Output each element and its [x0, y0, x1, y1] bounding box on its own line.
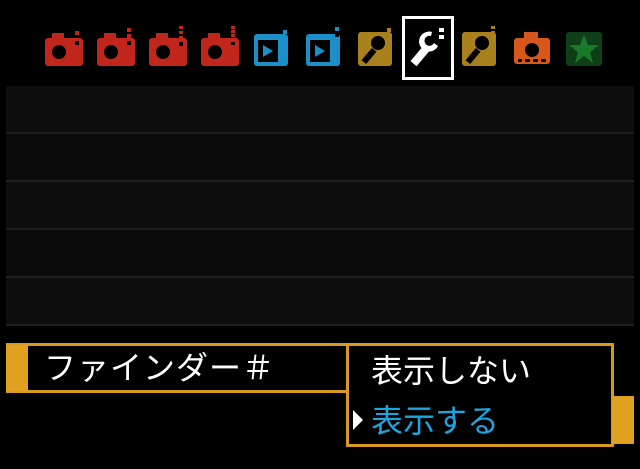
option-show[interactable]: 表示する [371, 398, 499, 444]
tab-setup-1[interactable] [350, 18, 402, 78]
tab-shooting-2[interactable] [90, 18, 142, 78]
wrench-icon [410, 28, 444, 67]
wrench-icon [358, 28, 392, 66]
shooting-icon [201, 26, 239, 66]
custom-camera-icon [514, 32, 550, 64]
option-dropdown: 表示しない 表示する [346, 343, 614, 447]
tab-my-menu[interactable] [558, 18, 610, 78]
menu-row-empty [6, 86, 634, 134]
tab-shooting-3[interactable] [142, 18, 194, 78]
playback-icon [254, 30, 288, 66]
star-icon [566, 32, 602, 66]
tab-playback-2[interactable] [298, 18, 350, 78]
playback-icon [306, 27, 340, 66]
tab-shooting-4[interactable] [194, 18, 246, 78]
menu-row-empty [6, 182, 634, 230]
menu-row-empty [6, 230, 634, 278]
camera-menu-screen: ファインダー＃ 表示しない 表示する [0, 0, 640, 469]
tab-custom-functions[interactable] [506, 18, 558, 78]
menu-rows [6, 86, 634, 326]
dropdown-scroll-marker [612, 396, 634, 444]
wrench-icon [462, 26, 496, 66]
menu-row-empty [6, 278, 634, 326]
selected-item-marker [6, 345, 28, 391]
shooting-icon [149, 26, 187, 66]
menu-tab-bar [38, 16, 610, 80]
option-cursor-icon [353, 410, 363, 430]
option-hide[interactable]: 表示しない [371, 348, 531, 394]
menu-row-empty [6, 134, 634, 182]
shooting-icon [45, 31, 83, 66]
tab-playback-1[interactable] [246, 18, 298, 78]
tab-setup-2[interactable] [402, 16, 454, 80]
tab-setup-3[interactable] [454, 18, 506, 78]
tab-shooting-1[interactable] [38, 18, 90, 78]
shooting-icon [97, 28, 135, 66]
selected-item-label[interactable]: ファインダー＃ [44, 346, 275, 390]
